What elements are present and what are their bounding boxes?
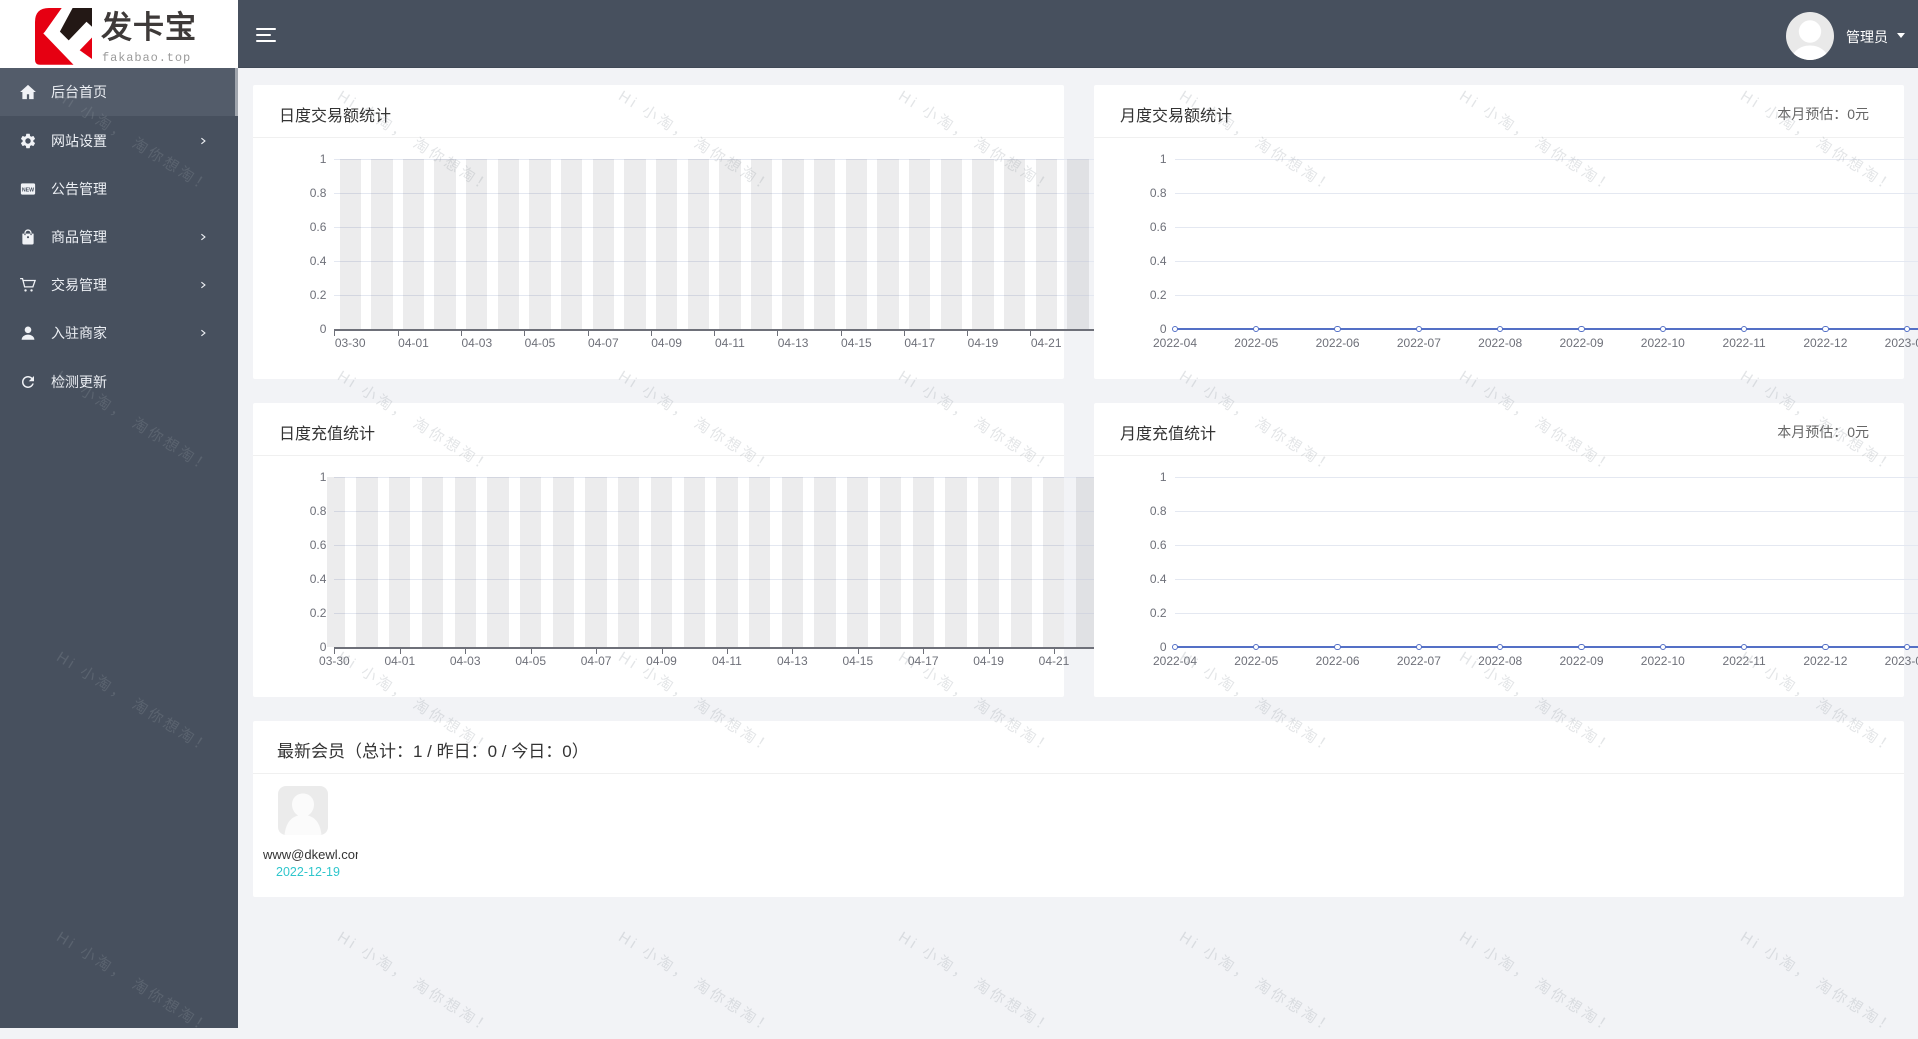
svg-text:NEW: NEW <box>22 187 34 193</box>
